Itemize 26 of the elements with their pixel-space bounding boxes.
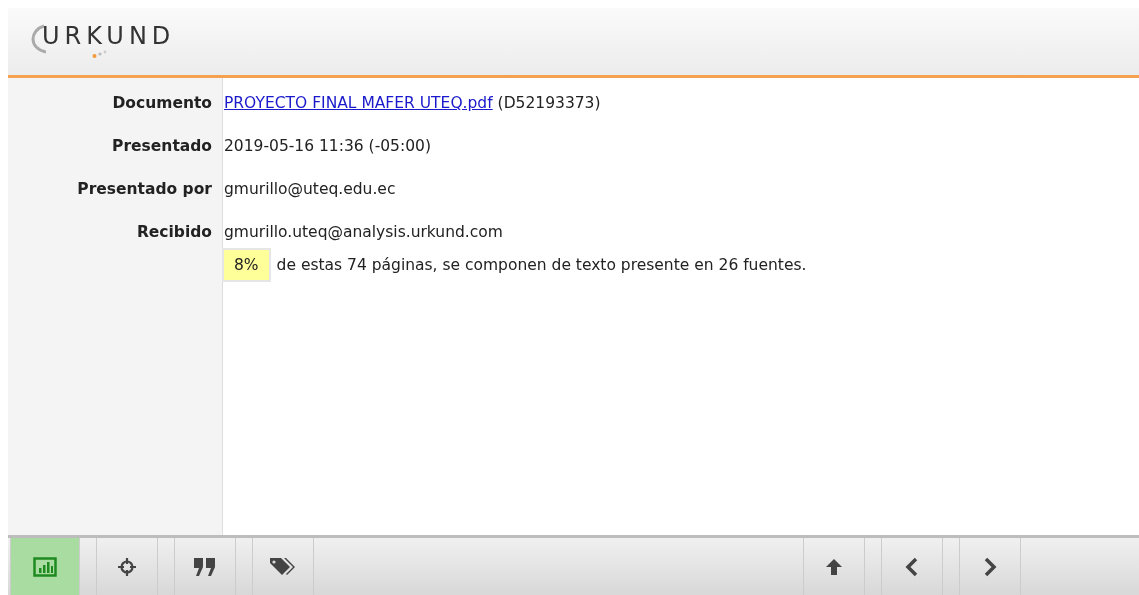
field-label: Presentado: [111, 136, 212, 157]
field-label: Recibido: [135, 222, 212, 243]
field-label: Presentado por: [76, 179, 212, 200]
percentage-badge: 8%: [222, 248, 271, 282]
field-value: 2019-05-16 11:36 (-05:00): [224, 137, 431, 155]
crosshair-icon: [117, 556, 137, 577]
toolbar-button[interactable]: [174, 538, 236, 595]
document-link[interactable]: PROYECTO FINAL MAFER UTEQ.pdf: [224, 94, 493, 112]
toolbar-button[interactable]: [881, 538, 943, 595]
field-value: (D52193373): [497, 94, 601, 112]
quote-icon: [193, 556, 217, 577]
toolbar-button[interactable]: [96, 538, 158, 595]
toolbar-button[interactable]: [959, 538, 1021, 595]
up-arrow-icon: [824, 556, 844, 577]
toolbar-button[interactable]: [252, 538, 314, 595]
field-label: Documento: [111, 93, 212, 114]
field-value: gmurillo.uteq@analysis.urkund.com: [224, 223, 503, 241]
logo-dots-icon: [92, 49, 108, 58]
summary-text: de estas 74 páginas, se componen de texto presente en 26 fuentes.: [276, 256, 807, 274]
tags-icon: [269, 556, 297, 577]
field-value: gmurillo@uteq.edu.ec: [224, 180, 396, 198]
toolbar-button[interactable]: [803, 538, 865, 595]
bar-chart-icon: [33, 556, 57, 577]
chevron-left-icon: [905, 556, 919, 577]
chevron-right-icon: [983, 556, 997, 577]
logo-text: URKUND: [42, 21, 176, 50]
